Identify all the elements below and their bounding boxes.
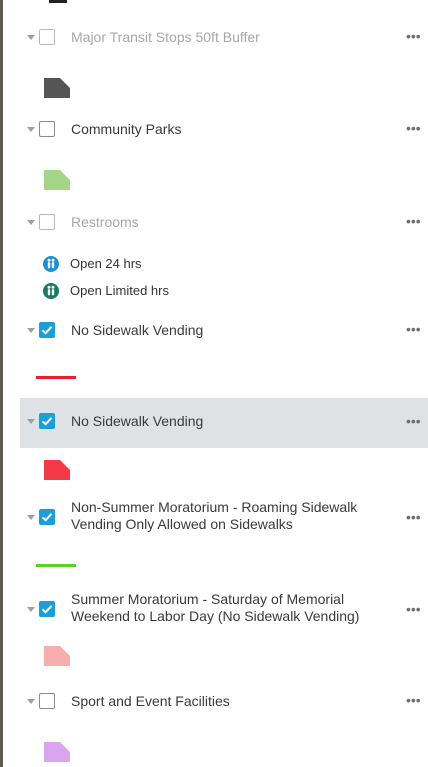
people-icon	[43, 256, 59, 272]
expand-caret-icon[interactable]	[27, 419, 35, 424]
layer-label: Community Parks	[71, 121, 182, 137]
layer-visibility-checkbox[interactable]	[39, 29, 55, 45]
expand-caret-icon[interactable]	[27, 127, 35, 132]
layer-label: Restrooms	[71, 214, 139, 230]
more-options-icon[interactable]: •••	[406, 120, 421, 137]
expand-caret-icon[interactable]	[27, 220, 35, 225]
layer-row-community-parks[interactable]: Community Parks •••	[20, 112, 428, 152]
more-options-icon[interactable]: •••	[406, 413, 421, 430]
more-options-icon[interactable]: •••	[406, 692, 421, 709]
expand-caret-icon[interactable]	[27, 35, 35, 40]
layer-visibility-checkbox[interactable]	[39, 121, 55, 137]
summer-moratorium-polygon-swatch	[44, 646, 70, 666]
community-parks-polygon-swatch	[44, 170, 70, 190]
layer-label: Major Transit Stops 50ft Buffer	[71, 29, 260, 45]
layer-row-sport-event-facilities[interactable]: Sport and Event Facilities •••	[20, 684, 428, 724]
more-options-icon[interactable]: •••	[406, 509, 421, 526]
layer-label: Sport and Event Facilities	[71, 693, 230, 709]
layer-visibility-checkbox[interactable]	[39, 413, 55, 429]
layer-row-no-sidewalk-vending-area[interactable]: No Sidewalk Vending •••	[20, 398, 428, 448]
layer-label: No Sidewalk Vending	[71, 322, 204, 338]
expand-caret-icon[interactable]	[27, 515, 35, 520]
non-summer-line-swatch	[36, 564, 76, 567]
more-options-icon[interactable]: •••	[406, 28, 421, 45]
expand-caret-icon[interactable]	[27, 607, 35, 612]
more-options-icon[interactable]: •••	[406, 213, 421, 230]
no-vending-line-swatch	[36, 376, 76, 379]
expand-caret-icon[interactable]	[27, 699, 35, 704]
expand-caret-icon[interactable]	[27, 328, 35, 333]
layer-row-non-summer-moratorium[interactable]: Non-Summer Moratorium - Roaming Sidewalk…	[20, 497, 428, 543]
layer-visibility-checkbox[interactable]	[39, 693, 55, 709]
layer-list-panel: Major Transit Stops 50ft Buffer ••• Comm…	[0, 0, 428, 767]
layer-label: Summer Moratorium - Saturday of Memorial…	[71, 591, 360, 624]
transit-buffer-polygon-swatch	[44, 78, 70, 98]
legend-label: Open 24 hrs	[70, 256, 142, 271]
sport-facilities-polygon-swatch	[44, 742, 70, 762]
more-options-icon[interactable]: •••	[406, 601, 421, 618]
check-icon	[41, 417, 53, 426]
panel-left-border	[0, 0, 3, 767]
legend-label: Open Limited hrs	[70, 283, 169, 298]
layer-visibility-checkbox[interactable]	[39, 509, 55, 525]
layer-row-no-sidewalk-vending-line[interactable]: No Sidewalk Vending •••	[20, 313, 428, 353]
layer-visibility-checkbox[interactable]	[39, 322, 55, 338]
more-options-icon[interactable]: •••	[406, 321, 421, 338]
previous-legend-line-swatch	[49, 0, 67, 3]
check-icon	[41, 513, 53, 522]
layer-visibility-checkbox[interactable]	[39, 214, 55, 230]
layer-row-summer-moratorium[interactable]: Summer Moratorium - Saturday of Memorial…	[20, 589, 428, 635]
layer-visibility-checkbox[interactable]	[39, 601, 55, 617]
check-icon	[41, 326, 53, 335]
people-icon	[43, 283, 59, 299]
layer-label: Non-Summer Moratorium - Roaming Sidewalk…	[71, 499, 358, 532]
no-vending-polygon-swatch	[44, 460, 70, 480]
layer-row-restrooms[interactable]: Restrooms •••	[20, 205, 428, 245]
layer-row-major-transit-stops[interactable]: Major Transit Stops 50ft Buffer •••	[20, 20, 428, 60]
check-icon	[41, 605, 53, 614]
layer-label: No Sidewalk Vending	[71, 413, 204, 429]
